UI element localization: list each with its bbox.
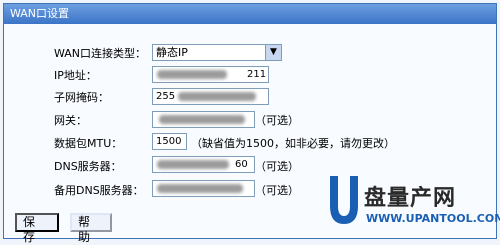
mtu-note: （缺省值为1500，如非必要，请勿更改） bbox=[191, 137, 395, 150]
redacted-mask bbox=[159, 115, 245, 124]
mask-label: 子网掩码： bbox=[54, 91, 109, 104]
watermark-name: 盘量产网 bbox=[364, 186, 457, 211]
conn-type-value: 静态IP bbox=[156, 46, 188, 59]
mtu-value: 1500 bbox=[156, 136, 182, 147]
panel-title: WAN口设置 bbox=[4, 4, 496, 24]
help-button[interactable]: 帮 助 bbox=[70, 213, 112, 244]
dns-label: DNS服务器： bbox=[54, 160, 122, 173]
conn-type-select[interactable]: 静态IP ▼ bbox=[152, 44, 282, 61]
watermark-url: WWW.UPANTOOL.COM bbox=[366, 212, 500, 225]
u-logo-icon bbox=[330, 176, 358, 224]
wan-settings-panel: WAN口设置 WAN口连接类型： 静态IP ▼ IP地址： 211 子网掩码： … bbox=[3, 3, 500, 244]
gateway-input[interactable] bbox=[152, 111, 255, 128]
mask-visible-head: 255 bbox=[156, 91, 176, 102]
ip-input[interactable]: 211 bbox=[152, 66, 269, 83]
mtu-label: 数据包MTU： bbox=[54, 137, 123, 150]
gateway-label: 网关： bbox=[54, 114, 87, 127]
chevron-down-icon[interactable]: ▼ bbox=[265, 45, 281, 60]
gateway-optional-note: （可选） bbox=[255, 114, 299, 127]
dns2-label: 备用DNS服务器： bbox=[54, 184, 144, 197]
redacted-mask bbox=[157, 70, 227, 79]
mtu-input[interactable]: 1500 bbox=[152, 133, 187, 150]
dns2-input[interactable] bbox=[152, 180, 255, 197]
redacted-mask bbox=[157, 160, 229, 169]
dns-input[interactable]: 60 bbox=[152, 156, 255, 173]
mask-input[interactable]: 255 bbox=[152, 88, 269, 105]
redacted-mask bbox=[157, 184, 243, 193]
ip-label: IP地址： bbox=[54, 69, 97, 82]
ip-visible-tail: 211 bbox=[247, 69, 267, 80]
save-button[interactable]: 保 存 bbox=[15, 213, 59, 244]
dns-optional-note: （可选） bbox=[255, 160, 299, 173]
watermark-logo: 盘量产网 WWW.UPANTOOL.COM bbox=[326, 174, 500, 234]
conn-type-label: WAN口连接类型： bbox=[54, 47, 147, 60]
dns2-optional-note: （可选） bbox=[255, 184, 299, 197]
redacted-mask bbox=[178, 92, 256, 101]
dns-visible-tail: 60 bbox=[235, 159, 248, 170]
